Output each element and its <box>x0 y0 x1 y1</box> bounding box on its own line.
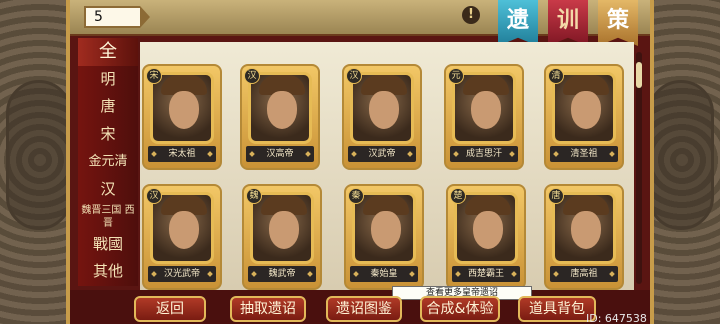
dynasty-seal-icon: 秦 <box>348 188 364 204</box>
emperor-card[interactable]: 汉 汉高帝 <box>240 64 320 170</box>
category-tab-han[interactable]: 汉 <box>78 175 138 203</box>
dynasty-seal-icon: 魏 <box>246 188 262 204</box>
emperor-card[interactable]: 魏 魏武帝 <box>242 184 322 290</box>
emperor-name: 秦始皇 <box>350 266 418 282</box>
count-display: 5 <box>84 6 140 28</box>
emperor-portrait <box>250 192 314 264</box>
emperor-portrait <box>454 192 518 264</box>
edict-gallery-button[interactable]: 遗诏图鉴 <box>326 296 402 322</box>
item-bag-button[interactable]: 道具背包 <box>518 296 596 322</box>
count-arrow <box>140 6 150 28</box>
dragon-ornament <box>648 80 714 230</box>
dynasty-seal-icon: 汉 <box>346 68 362 84</box>
emperor-portrait <box>248 72 312 144</box>
emperor-name: 唐高祖 <box>550 266 618 282</box>
category-tab-wei-jin[interactable]: 魏晋三国 西晋 <box>78 203 138 231</box>
emperor-portrait <box>150 72 214 144</box>
scroll-thumb[interactable] <box>636 62 642 88</box>
dynasty-seal-icon: 汉 <box>244 68 260 84</box>
dynasty-seal-icon: 元 <box>448 68 464 84</box>
emperor-card[interactable]: 楚 西楚霸王 <box>446 184 526 290</box>
emperor-portrait <box>452 72 516 144</box>
dynasty-seal-icon: 楚 <box>450 188 466 204</box>
emperor-card[interactable]: 宋 宋太祖 <box>142 64 222 170</box>
emperor-name: 宋太祖 <box>148 146 216 162</box>
emperor-name: 成吉思汗 <box>450 146 518 162</box>
emperor-name: 汉武帝 <box>348 146 416 162</box>
info-icon[interactable]: ! <box>462 6 480 24</box>
emperor-portrait <box>552 72 616 144</box>
emperor-card[interactable]: 汉 汉光武帝 <box>142 184 222 290</box>
synthesis-button[interactable]: 合成&体验 <box>420 296 500 322</box>
category-tab-all[interactable]: 全 <box>78 38 138 66</box>
category-tab-zhanguo[interactable]: 戰國 <box>78 230 138 258</box>
category-tab-jin-yuan-qing[interactable]: 金元清 <box>78 148 138 176</box>
banner-xun-button[interactable]: 训 <box>548 0 588 46</box>
emperor-portrait <box>350 72 414 144</box>
dragon-ornament <box>6 80 72 230</box>
banner-yi-button[interactable]: 遗 <box>498 0 538 46</box>
dynasty-seal-icon: 唐 <box>548 188 564 204</box>
emperor-name: 西楚霸王 <box>452 266 520 282</box>
category-tab-ming[interactable]: 明 <box>78 65 138 93</box>
emperor-name: 汉高帝 <box>246 146 314 162</box>
emperor-name: 魏武帝 <box>248 266 316 282</box>
emperor-name: 清圣祖 <box>550 146 618 162</box>
emperor-portrait <box>352 192 416 264</box>
emperor-portrait <box>552 192 616 264</box>
back-button[interactable]: 返回 <box>134 296 206 322</box>
draw-edict-button[interactable]: 抽取遗诏 <box>230 296 306 322</box>
category-tab-tang[interactable]: 唐 <box>78 93 138 121</box>
emperor-portrait <box>150 192 214 264</box>
emperor-card[interactable]: 元 成吉思汗 <box>444 64 524 170</box>
emperor-name: 汉光武帝 <box>148 266 216 282</box>
main-frame: 5 ! 遗 训 策 全 明 唐 宋 金元清 汉 魏晋三国 西晋 戰國 其他 宋 … <box>66 0 654 324</box>
scrollbar[interactable] <box>636 52 642 284</box>
banner-ce-button[interactable]: 策 <box>598 0 638 46</box>
category-list: 全 明 唐 宋 金元清 汉 魏晋三国 西晋 戰國 其他 <box>78 38 138 288</box>
emperor-card[interactable]: 唐 唐高祖 <box>544 184 624 290</box>
dynasty-seal-icon: 清 <box>548 68 564 84</box>
emperor-card[interactable]: 秦 秦始皇 <box>344 184 424 290</box>
user-id-label: ID: 647538 <box>586 312 647 324</box>
emperor-card[interactable]: 汉 汉武帝 <box>342 64 422 170</box>
dynasty-seal-icon: 宋 <box>146 68 162 84</box>
category-tab-other[interactable]: 其他 <box>78 258 138 286</box>
category-tab-song[interactable]: 宋 <box>78 120 138 148</box>
emperor-card[interactable]: 清 清圣祖 <box>544 64 624 170</box>
dynasty-seal-icon: 汉 <box>146 188 162 204</box>
